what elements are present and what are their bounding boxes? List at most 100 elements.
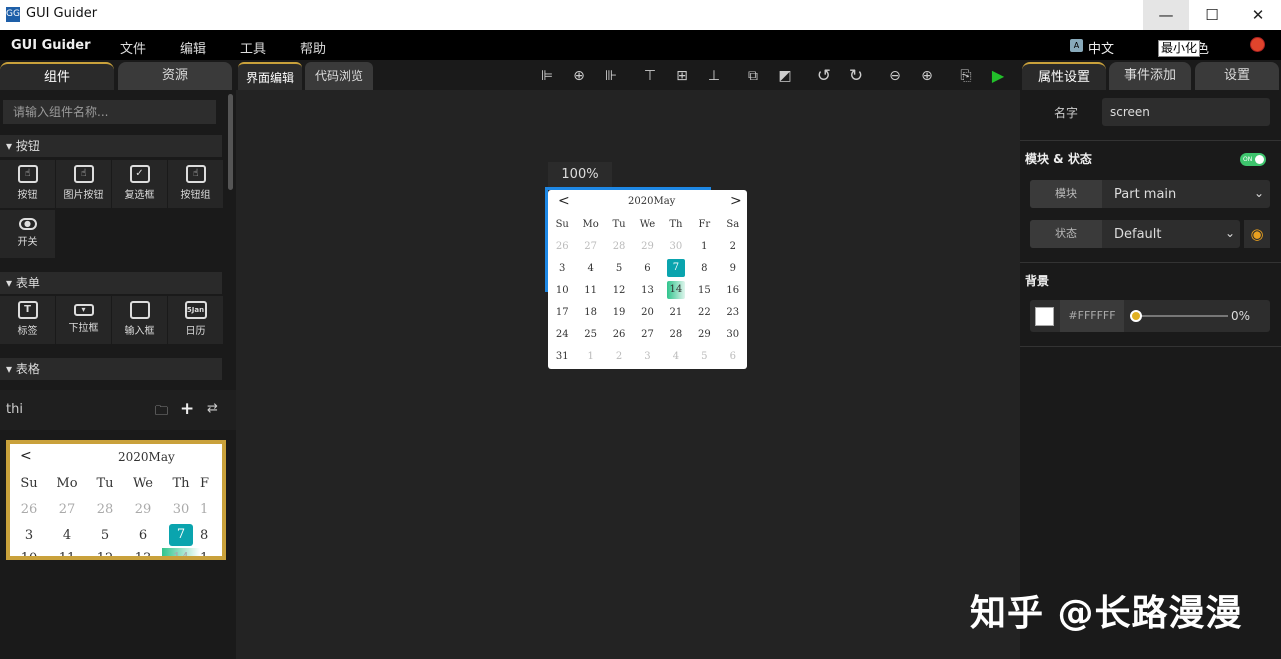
calendar-day[interactable]: 13 bbox=[633, 279, 661, 301]
name-input[interactable]: screen bbox=[1102, 98, 1270, 126]
align-top-icon[interactable]: ⊤ bbox=[641, 67, 659, 85]
design-canvas[interactable] bbox=[236, 90, 1020, 659]
globe-icon[interactable] bbox=[1250, 37, 1265, 52]
undo-icon[interactable]: ↺ bbox=[815, 67, 833, 85]
calendar-day[interactable]: 26 bbox=[548, 235, 576, 257]
align-middle-v-icon[interactable]: ⊞ bbox=[673, 67, 691, 85]
language-icon[interactable]: A bbox=[1070, 39, 1083, 52]
widget-switch[interactable]: ● 开关 bbox=[0, 210, 55, 258]
generate-code-icon[interactable]: ⎘ bbox=[957, 67, 975, 85]
calendar-day[interactable]: 16 bbox=[719, 279, 747, 301]
calendar-day[interactable]: 5 bbox=[690, 345, 718, 367]
menu-help[interactable]: 帮助 bbox=[300, 38, 326, 57]
redo-icon[interactable]: ↻ bbox=[847, 67, 865, 85]
tab-settings[interactable]: 设置 bbox=[1195, 62, 1279, 90]
state-select[interactable]: Default bbox=[1114, 227, 1162, 242]
calendar-day[interactable]: 20 bbox=[633, 301, 661, 323]
calendar-day[interactable]: 10 bbox=[548, 279, 576, 301]
add-screen-icon[interactable]: + bbox=[180, 399, 194, 419]
widget-label[interactable]: T 标签 bbox=[0, 296, 55, 344]
calendar-day[interactable]: 1 bbox=[576, 345, 604, 367]
tab-code-view[interactable]: 代码浏览 bbox=[305, 62, 373, 90]
calendar-day[interactable]: 22 bbox=[690, 301, 718, 323]
calendar-day[interactable]: 4 bbox=[576, 257, 604, 279]
calendar-day[interactable]: 2 bbox=[719, 235, 747, 257]
calendar-day[interactable]: 2 bbox=[605, 345, 633, 367]
menu-file[interactable]: 文件 bbox=[120, 38, 146, 57]
eye-icon[interactable]: ◉ bbox=[1244, 220, 1270, 248]
zoom-in-icon[interactable]: ⊕ bbox=[918, 67, 936, 85]
calendar-day[interactable]: 12 bbox=[605, 279, 633, 301]
module-chevron-down-icon[interactable]: ⌄ bbox=[1254, 186, 1264, 200]
section-table[interactable]: ▾ 表格 bbox=[0, 358, 222, 380]
calendar-day[interactable]: 11 bbox=[576, 279, 604, 301]
maximize-button[interactable]: ☐ bbox=[1189, 0, 1235, 30]
tab-properties[interactable]: 属性设置 bbox=[1022, 62, 1106, 90]
widget-image-button[interactable]: ☝ 图片按钮 bbox=[56, 160, 111, 208]
widget-calendar[interactable]: 5Jan 日历 bbox=[168, 296, 223, 344]
calendar-day[interactable]: 19 bbox=[605, 301, 633, 323]
calendar-day[interactable]: 28 bbox=[662, 323, 690, 345]
calendar-prev-icon[interactable]: < bbox=[558, 193, 570, 209]
widget-textarea[interactable]: 输入框 bbox=[112, 296, 167, 344]
menu-tools[interactable]: 工具 bbox=[240, 38, 266, 57]
module-state-toggle[interactable]: ON bbox=[1240, 153, 1266, 166]
calendar-day[interactable]: 5 bbox=[605, 257, 633, 279]
calendar-day[interactable]: 29 bbox=[633, 235, 661, 257]
align-bottom-icon[interactable]: ⊥ bbox=[705, 67, 723, 85]
section-form[interactable]: ▾ 表单 bbox=[0, 272, 222, 294]
calendar-day[interactable]: 8 bbox=[690, 257, 718, 279]
calendar-day[interactable]: 24 bbox=[548, 323, 576, 345]
widget-button-group[interactable]: ☝ 按钮组 bbox=[168, 160, 223, 208]
tab-events[interactable]: 事件添加 bbox=[1109, 62, 1191, 90]
widget-list-scrollbar[interactable] bbox=[228, 94, 233, 190]
calendar-day[interactable]: 29 bbox=[690, 323, 718, 345]
calendar-day[interactable]: 15 bbox=[690, 279, 718, 301]
refresh-icon[interactable]: ⇄ bbox=[207, 401, 218, 416]
opacity-slider-knob[interactable] bbox=[1130, 310, 1142, 322]
calendar-next-icon[interactable]: > bbox=[730, 193, 742, 209]
close-button[interactable]: ✕ bbox=[1235, 0, 1281, 30]
align-right-icon[interactable]: ⊪ bbox=[602, 67, 620, 85]
calendar-day[interactable]: 27 bbox=[576, 235, 604, 257]
opacity-slider-track[interactable] bbox=[1136, 315, 1228, 317]
screen-thumbnail[interactable]: < 2020May Su Mo Tu We Th F 26 27 28 29 3… bbox=[6, 440, 226, 560]
calendar-day[interactable]: 18 bbox=[576, 301, 604, 323]
zoom-out-icon[interactable]: ⊖ bbox=[886, 67, 904, 85]
calendar-day[interactable]: 17 bbox=[548, 301, 576, 323]
calendar-day[interactable]: 1 bbox=[690, 235, 718, 257]
calendar-day[interactable]: 23 bbox=[719, 301, 747, 323]
run-icon[interactable]: ▶ bbox=[989, 67, 1007, 85]
align-center-h-icon[interactable]: ⊕ bbox=[570, 67, 588, 85]
menu-edit[interactable]: 编辑 bbox=[180, 38, 206, 57]
bring-forward-icon[interactable]: ⧉ bbox=[744, 67, 762, 85]
calendar-day[interactable]: 26 bbox=[605, 323, 633, 345]
calendar-today[interactable]: 14 bbox=[662, 279, 690, 301]
language-label[interactable]: 中文 bbox=[1088, 38, 1114, 57]
align-left-icon[interactable]: ⊫ bbox=[538, 67, 556, 85]
tab-ui-editor[interactable]: 界面编辑 bbox=[238, 62, 302, 90]
module-select[interactable]: Part main bbox=[1114, 187, 1176, 202]
calendar-day[interactable]: 30 bbox=[719, 323, 747, 345]
calendar-day[interactable]: 25 bbox=[576, 323, 604, 345]
calendar-day[interactable]: 9 bbox=[719, 257, 747, 279]
widget-dropdown[interactable]: ▾ 下拉框 bbox=[56, 296, 111, 344]
tab-resources[interactable]: 资源 bbox=[118, 62, 232, 90]
section-buttons[interactable]: ▾ 按钮 bbox=[0, 135, 222, 157]
bg-color-value[interactable]: #FFFFFF bbox=[1060, 300, 1124, 332]
widget-search-input[interactable]: 请输入组件名称... bbox=[3, 100, 216, 124]
folder-icon[interactable]: 🗀 bbox=[155, 402, 168, 424]
calendar-day[interactable]: 31 bbox=[548, 345, 576, 367]
calendar-day[interactable]: 27 bbox=[633, 323, 661, 345]
calendar-selected-day[interactable]: 7 bbox=[662, 257, 690, 279]
bg-color-swatch[interactable] bbox=[1035, 307, 1054, 326]
screen-name-label[interactable]: thi bbox=[6, 402, 23, 417]
calendar-day[interactable]: 4 bbox=[662, 345, 690, 367]
calendar-day[interactable]: 3 bbox=[633, 345, 661, 367]
calendar-day[interactable]: 6 bbox=[719, 345, 747, 367]
calendar-day[interactable]: 3 bbox=[548, 257, 576, 279]
calendar-widget[interactable]: < 2020May > Su Mo Tu We Th Fr Sa 26 27 2… bbox=[548, 190, 747, 369]
state-chevron-down-icon[interactable]: ⌄ bbox=[1225, 226, 1235, 240]
tab-widgets[interactable]: 组件 bbox=[0, 62, 114, 90]
calendar-day[interactable]: 30 bbox=[662, 235, 690, 257]
